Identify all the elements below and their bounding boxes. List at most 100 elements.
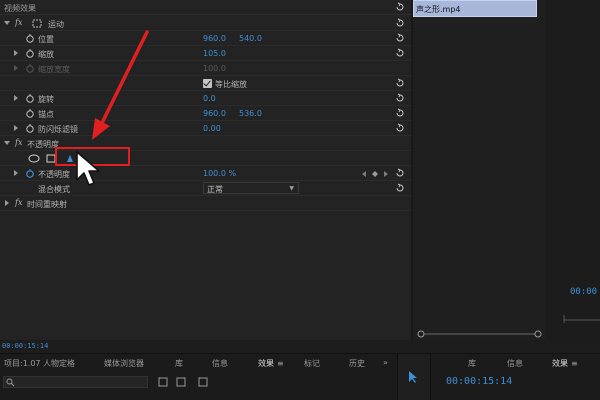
time-remap-label: 时间重映射 — [27, 200, 67, 209]
tab-history[interactable]: 历史 — [349, 358, 365, 369]
anchor-label: 锚点 — [38, 110, 54, 119]
bottom-tab-bar: 项目:1.07 人物定格 媒体浏览器 库 信息 效果 ≡ 标记 历史 » — [0, 354, 395, 372]
fx-badge[interactable]: fx — [15, 198, 22, 207]
reset-icon[interactable] — [395, 123, 405, 133]
uniform-scale-checkbox[interactable] — [203, 79, 212, 88]
scale-width-label: 缩放宽度 — [38, 65, 70, 74]
timeline-zoom-bar[interactable] — [413, 328, 546, 340]
twirl-down-icon[interactable] — [4, 140, 10, 146]
position-label: 位置 — [38, 35, 54, 44]
fx-badge[interactable]: fx — [15, 18, 22, 27]
effect-controls-header: 视频效果 — [0, 0, 411, 15]
fx-badge[interactable]: fx — [15, 138, 22, 147]
anchor-y-value[interactable]: 536.0 — [239, 109, 262, 118]
effect-controls-timeline[interactable]: 声之形.mp4 — [413, 0, 546, 340]
stopwatch-icon[interactable] — [25, 108, 35, 118]
stopwatch-icon[interactable] — [25, 33, 35, 43]
accelerated-effects-icon[interactable] — [158, 377, 168, 387]
reset-icon[interactable] — [395, 168, 405, 178]
scale-label: 缩放 — [38, 50, 54, 59]
twirl-right-icon[interactable] — [13, 125, 19, 131]
tab-libraries[interactable]: 库 — [175, 358, 183, 369]
program-timecode[interactable]: 00:00 — [570, 287, 597, 297]
playhead-time-bar: 00:00:15:14 — [0, 340, 411, 353]
opacity-label: 不透明度 — [38, 170, 70, 179]
twirl-right-icon — [14, 65, 18, 71]
stopwatch-icon[interactable] — [25, 123, 35, 133]
keyframe-nav-icon[interactable] — [361, 170, 389, 178]
anti-flicker-label: 防闪烁滤镜 — [38, 125, 78, 134]
clip-name: 声之形.mp4 — [416, 5, 461, 14]
reset-icon[interactable] — [395, 93, 405, 103]
tab-effects-label: 效果 — [258, 359, 274, 368]
rotation-label: 旋转 — [38, 95, 54, 104]
opacity-value[interactable]: 100.0 % — [203, 169, 236, 178]
scale-value[interactable]: 105.0 — [203, 49, 226, 58]
scale-width-row: 缩放宽度 100.0 — [0, 61, 411, 76]
anchor-x-value[interactable]: 960.0 — [203, 109, 226, 118]
uniform-scale-label: 等比缩放 — [215, 80, 247, 89]
32bit-effects-icon[interactable] — [176, 377, 186, 387]
tab-media-browser[interactable]: 媒体浏览器 — [104, 358, 144, 369]
playback-resolution-bar[interactable] — [562, 310, 600, 324]
position-row: 位置 960.0 540.0 — [0, 31, 411, 46]
scale-row: 缩放 105.0 — [0, 46, 411, 61]
ellipse-mask-icon[interactable] — [28, 154, 40, 163]
tab-overflow[interactable]: » — [383, 358, 388, 367]
search-icon — [6, 378, 15, 387]
uniform-scale-row: 等比缩放 — [0, 76, 411, 91]
anchor-row: 锚点 960.0 536.0 — [0, 106, 411, 121]
tab-effects[interactable]: 效果 ≡ — [258, 358, 284, 369]
tab-project[interactable]: 项目:1.07 人物定格 — [4, 358, 75, 369]
reset-icon[interactable] — [395, 78, 405, 88]
video-effects-title: 视频效果 — [4, 4, 36, 13]
selection-tool-icon[interactable] — [406, 370, 420, 384]
effects-search-input[interactable] — [3, 376, 148, 388]
blend-mode-value: 正常 — [207, 185, 223, 194]
yuv-effects-icon[interactable] — [198, 377, 208, 387]
rotation-row: 旋转 0.0 — [0, 91, 411, 106]
tab-libraries-right[interactable]: 库 — [468, 358, 476, 369]
anti-flicker-value[interactable]: 0.00 — [203, 124, 221, 133]
stopwatch-icon[interactable] — [25, 93, 35, 103]
reset-icon[interactable] — [395, 183, 405, 193]
timeline-timecode[interactable]: 00:00:15:14 — [446, 376, 512, 387]
reset-icon[interactable] — [395, 48, 405, 58]
blend-mode-dropdown[interactable]: 正常 ▼ — [203, 182, 299, 194]
effect-controls-panel: 视频效果 fx 运动 位置 960.0 540.0 缩放 105.0 缩放宽度 … — [0, 0, 411, 340]
rotation-value[interactable]: 0.0 — [203, 94, 216, 103]
right-tab-bar: 库 信息 效果 ≡ — [432, 354, 600, 372]
reset-icon[interactable] — [395, 33, 405, 43]
opacity-row: 不透明度 100.0 % — [0, 166, 411, 181]
zoom-scrollbar[interactable] — [413, 328, 546, 340]
bottom-panel: 项目:1.07 人物定格 媒体浏览器 库 信息 效果 ≡ 标记 历史 » 库 信息… — [0, 353, 600, 400]
reset-icon[interactable] — [395, 108, 405, 118]
motion-transform-icon[interactable] — [32, 19, 42, 28]
time-remap-row[interactable]: fx 时间重映射 — [0, 196, 411, 211]
chevron-down-icon: ▼ — [289, 185, 294, 192]
tab-markers[interactable]: 标记 — [304, 358, 320, 369]
position-y-value[interactable]: 540.0 — [239, 34, 262, 43]
reset-icon[interactable] — [395, 18, 405, 28]
twirl-down-icon[interactable] — [4, 20, 10, 26]
motion-row[interactable]: fx 运动 — [0, 16, 411, 31]
twirl-right-icon[interactable] — [13, 50, 19, 56]
blend-mode-label: 混合模式 — [38, 185, 70, 194]
twirl-right-icon[interactable] — [4, 200, 10, 206]
clip-bar[interactable]: 声之形.mp4 — [413, 0, 537, 17]
twirl-right-icon[interactable] — [13, 170, 19, 176]
reset-icon[interactable] — [395, 2, 405, 12]
stopwatch-icon[interactable] — [25, 48, 35, 58]
mouse-cursor-icon — [76, 151, 100, 186]
tab-menu-icon[interactable]: ≡ — [571, 359, 578, 368]
tab-effects-right[interactable]: 效果 ≡ — [552, 358, 578, 369]
stopwatch-icon — [26, 64, 34, 73]
playhead-timecode[interactable]: 00:00:15:14 — [2, 342, 48, 350]
twirl-right-icon[interactable] — [13, 95, 19, 101]
position-x-value[interactable]: 960.0 — [203, 34, 226, 43]
tab-info-right[interactable]: 信息 — [507, 358, 523, 369]
tab-info[interactable]: 信息 — [212, 358, 228, 369]
motion-label: 运动 — [48, 20, 64, 29]
tab-menu-icon[interactable]: ≡ — [277, 359, 284, 368]
stopwatch-icon[interactable] — [25, 168, 35, 178]
